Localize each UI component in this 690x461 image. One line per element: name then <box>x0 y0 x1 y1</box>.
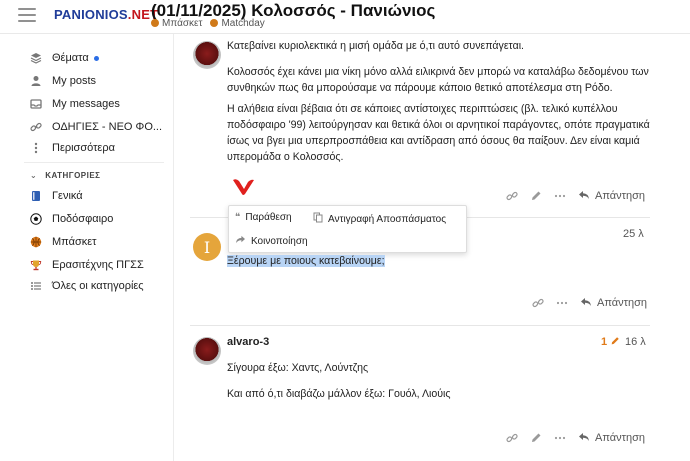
sidebar-category-all[interactable]: Όλες οι κατηγορίες <box>30 276 144 296</box>
sidebar-item-my-messages[interactable]: My messages <box>30 94 120 114</box>
post-2-actions: Απάντηση <box>532 295 647 311</box>
post-2-text: Ξέρουμε με ποιους κατεβαίνουμε; <box>227 253 385 269</box>
share-arrow-icon <box>235 235 246 247</box>
reply-button[interactable]: Απάντηση <box>580 296 647 310</box>
trophy-icon <box>30 259 42 271</box>
edit-pencil-icon <box>611 337 619 345</box>
sidebar-category-basketball[interactable]: Μπάσκετ <box>30 232 97 252</box>
sidebar-category-amateur[interactable]: Ερασιτέχνης ΠΓΣΣ <box>30 255 144 275</box>
post-1-paragraph-1: Κατεβαίνει κυριολεκτικά η μισή ομάδα με … <box>227 40 524 52</box>
edit-pencil-icon[interactable] <box>530 430 542 446</box>
hamburger-menu-icon[interactable] <box>18 8 36 22</box>
sidebar-item-label: Θέματα <box>52 52 89 64</box>
sidebar-item-label: Περισσότερα <box>52 142 115 154</box>
sidebar-item-label: Ερασιτέχνης ΠΓΣΣ <box>52 259 144 271</box>
basketball-icon <box>151 19 159 27</box>
post-1-paragraph-3: Η αλήθεια είναι βέβαια ότι σε κάποιες αν… <box>227 103 650 163</box>
category-link[interactable]: Μπάσκετ <box>162 18 202 29</box>
sidebar-divider <box>24 162 164 163</box>
edit-history-indicator[interactable]: 1 <box>601 336 620 348</box>
post-age[interactable]: 25 λ <box>623 228 644 240</box>
post-1-paragraph-2: Κολοσσός έχει κάνει μια νίκη μόνο αλλά ε… <box>227 66 649 94</box>
sidebar-item-topics[interactable]: Θέματα <box>30 48 99 68</box>
selected-text: Ξέρουμε με ποιους κατεβαίνουμε; <box>227 255 385 267</box>
avatar[interactable] <box>193 337 221 365</box>
reply-button[interactable]: Απάντηση <box>578 189 645 203</box>
sidebar-item-label: Ποδόσφαιρο <box>52 213 114 225</box>
sidebar-item-label: Μπάσκετ <box>52 236 97 248</box>
post-1-actions: Απάντηση <box>506 188 645 204</box>
sidebar-item-label: Όλες οι κατηγορίες <box>52 280 144 292</box>
reply-label: Απάντηση <box>595 190 645 202</box>
post-divider <box>190 325 650 326</box>
post-3-paragraph-1: Σίγουρα έξω: Χαντς, Λούντζης <box>227 362 369 374</box>
post-3-actions: Απάντηση <box>506 430 645 446</box>
link-icon[interactable] <box>532 295 544 311</box>
share-button[interactable]: Κοινοποίηση <box>235 235 308 247</box>
categories-section-title: ΚΑΤΗΓΟΡΙΕΣ <box>45 171 101 180</box>
sidebar-item-label: ΟΔΗΓΙΕΣ - ΝΕΟ ΦΟ... <box>52 121 163 133</box>
link-icon <box>30 121 42 133</box>
sidebar-item-guidelines[interactable]: ΟΔΗΓΙΕΣ - ΝΕΟ ΦΟ... <box>30 117 162 137</box>
breadcrumb: Μπάσκετ Matchday <box>151 18 265 29</box>
reply-label: Απάντηση <box>597 297 647 309</box>
more-options-icon[interactable] <box>554 188 566 204</box>
post-age[interactable]: 16 λ <box>625 336 646 348</box>
edit-count: 1 <box>601 336 608 348</box>
reply-arrow-icon <box>580 296 592 310</box>
basketball-icon <box>30 236 42 248</box>
tag-link[interactable]: Matchday <box>221 18 264 29</box>
sidebar-category-football[interactable]: Ποδόσφαιρο <box>30 209 113 229</box>
inbox-icon <box>30 98 42 110</box>
reply-button[interactable]: Απάντηση <box>578 431 645 445</box>
quote-label: Παράθεση <box>245 212 292 223</box>
site-logo[interactable]: PANIONIOS.NET <box>54 7 158 22</box>
copy-quote-label: Αντιγραφή Αποσπάσματος <box>328 213 447 225</box>
book-icon <box>30 190 42 202</box>
cursor-pointer-icon <box>233 179 254 195</box>
site-header: PANIONIOS.NET (01/11/2025) Κολοσσός - Πα… <box>0 0 690 34</box>
avatar[interactable] <box>193 41 221 69</box>
reply-label: Απάντηση <box>595 432 645 444</box>
sidebar-item-label: Γενικά <box>52 190 83 202</box>
link-icon[interactable] <box>506 188 518 204</box>
tag-icon <box>210 19 219 27</box>
sidebar-item-label: My messages <box>52 98 120 110</box>
chevron-down-icon: ⌄ <box>30 171 38 180</box>
avatar-letter: I <box>203 237 211 257</box>
list-icon <box>30 280 42 292</box>
quote-icon: ❝ <box>235 212 241 223</box>
copy-quote-button[interactable]: Αντιγραφή Αποσπάσματος <box>313 212 446 226</box>
more-options-icon[interactable] <box>554 430 566 446</box>
reply-arrow-icon <box>578 189 590 203</box>
sidebar-category-general[interactable]: Γενικά <box>30 186 83 206</box>
new-indicator-dot <box>93 55 99 61</box>
post-username[interactable]: alvaro-3 <box>227 336 269 348</box>
sidebar-item-more[interactable]: Περισσότερα <box>30 138 115 158</box>
sidebar-item-my-posts[interactable]: My posts <box>30 71 96 91</box>
quote-button[interactable]: ❝ Παράθεση <box>235 212 292 223</box>
categories-section-toggle[interactable]: ⌄ ΚΑΤΗΓΟΡΙΕΣ <box>30 171 100 180</box>
share-label: Κοινοποίηση <box>251 235 308 247</box>
user-icon <box>30 75 42 87</box>
soccer-ball-icon <box>30 213 42 225</box>
avatar[interactable]: I <box>193 233 221 261</box>
edit-pencil-icon[interactable] <box>530 188 542 204</box>
sidebar-item-label: My posts <box>52 75 97 87</box>
post-3-paragraph-2: Και από ό,τι διαβάζω μάλλον έξω: Γουόλ, … <box>227 388 451 400</box>
logo-text-main: PANIONIOS <box>54 7 128 22</box>
quote-popup: ❝ Παράθεση Αντιγραφή Αποσπάσματος Κοινοπ… <box>228 205 467 253</box>
sidebar: Θέματα My posts My messages ΟΔΗΓΙΕΣ - ΝΕ… <box>0 34 174 461</box>
copy-icon <box>313 212 323 226</box>
more-options-icon[interactable] <box>556 295 568 311</box>
link-icon[interactable] <box>506 430 518 446</box>
more-icon <box>30 142 42 154</box>
reply-arrow-icon <box>578 431 590 445</box>
layers-icon <box>30 52 42 64</box>
